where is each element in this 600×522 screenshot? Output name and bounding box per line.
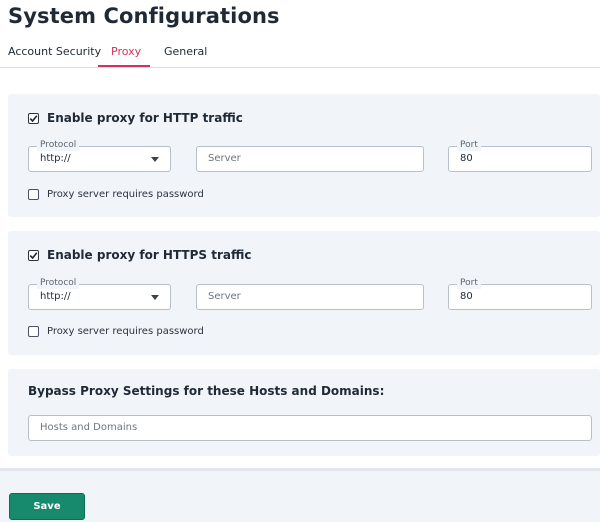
http-protocol-value: http:// (40, 153, 71, 164)
http-protocol-select[interactable]: Protocol http:// (28, 140, 171, 172)
save-button[interactable]: Save (9, 493, 85, 520)
active-tab-indicator (98, 65, 150, 67)
footer-bar: Save (0, 468, 600, 522)
https-protocol-select[interactable]: Protocol http:// (28, 278, 171, 310)
chevron-down-icon (151, 157, 159, 162)
https-server-input[interactable]: Server (196, 284, 424, 310)
https-protocol-value: http:// (40, 291, 71, 302)
https-enable-checkbox[interactable] (28, 249, 39, 261)
https-server-placeholder: Server (208, 291, 241, 302)
http-password-checkbox[interactable] (28, 189, 39, 200)
http-port-legend: Port (457, 140, 481, 151)
https-password-checkbox[interactable] (28, 326, 39, 337)
http-enable-row: Enable proxy for HTTP traffic (28, 111, 243, 125)
https-port-value: 80 (460, 291, 473, 302)
http-protocol-legend: Protocol (37, 140, 80, 151)
http-proxy-panel: Enable proxy for HTTP traffic Protocol h… (8, 94, 600, 217)
https-proxy-panel: Enable proxy for HTTPS traffic Protocol … (8, 231, 600, 355)
http-port-value: 80 (460, 153, 473, 164)
check-icon (29, 114, 38, 122)
http-server-placeholder: Server (208, 153, 241, 164)
http-password-label: Proxy server requires password (47, 189, 204, 200)
https-port-legend: Port (457, 278, 481, 289)
https-password-label: Proxy server requires password (47, 326, 204, 337)
tab-account-security[interactable]: Account Security (8, 45, 101, 58)
bypass-heading: Bypass Proxy Settings for these Hosts an… (28, 384, 385, 398)
tab-proxy[interactable]: Proxy (111, 45, 141, 58)
https-protocol-legend: Protocol (37, 278, 80, 289)
http-port-input[interactable]: Port 80 (448, 140, 592, 172)
chevron-down-icon (151, 295, 159, 300)
page-title: System Configurations (8, 4, 280, 28)
https-enable-label: Enable proxy for HTTPS traffic (47, 248, 252, 262)
tab-general[interactable]: General (164, 45, 207, 58)
https-port-input[interactable]: Port 80 (448, 278, 592, 310)
bypass-panel: Bypass Proxy Settings for these Hosts an… (8, 369, 600, 456)
http-server-input[interactable]: Server (196, 146, 424, 172)
hosts-domains-input[interactable]: Hosts and Domains (28, 415, 592, 441)
tab-bar: Account Security Proxy General (0, 38, 600, 68)
https-password-row: Proxy server requires password (28, 326, 204, 337)
https-enable-row: Enable proxy for HTTPS traffic (28, 248, 251, 262)
http-password-row: Proxy server requires password (28, 189, 204, 200)
http-enable-checkbox[interactable] (28, 112, 39, 124)
hosts-domains-placeholder: Hosts and Domains (40, 422, 138, 433)
http-enable-label: Enable proxy for HTTP traffic (47, 111, 243, 125)
check-icon (29, 251, 38, 259)
